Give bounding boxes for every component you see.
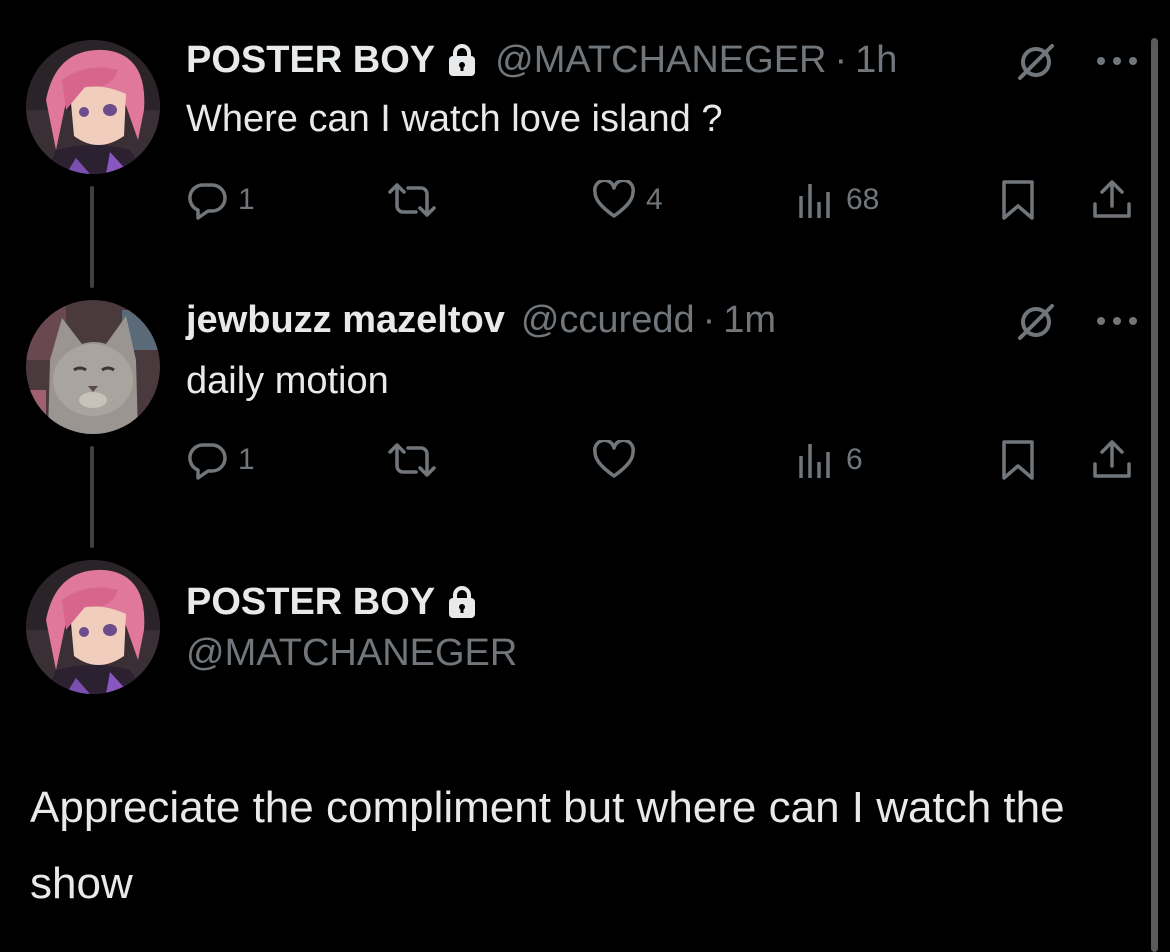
bookmark-icon bbox=[1002, 180, 1034, 220]
thread-connector-line bbox=[90, 446, 94, 548]
reply-button[interactable]: 1 bbox=[188, 178, 255, 222]
views-icon bbox=[799, 184, 830, 218]
tweet-header: POSTER BOY @MATCHANEGER · 1h bbox=[186, 38, 897, 82]
retweet-button[interactable] bbox=[384, 438, 440, 482]
display-name[interactable]: POSTER BOY bbox=[186, 39, 435, 82]
cat-avatar-icon bbox=[26, 300, 160, 434]
share-button[interactable] bbox=[1090, 178, 1134, 222]
user-handle[interactable]: @MATCHANEGER bbox=[186, 632, 517, 675]
views-icon bbox=[799, 444, 830, 478]
reply-button[interactable]: 1 bbox=[188, 438, 255, 482]
bookmark-button[interactable] bbox=[1000, 178, 1036, 222]
reply-icon bbox=[188, 183, 227, 220]
reply-count: 1 bbox=[238, 183, 255, 216]
views-button[interactable]: 68 bbox=[796, 178, 879, 222]
share-button[interactable] bbox=[1090, 438, 1134, 482]
thread-connector-line bbox=[90, 186, 94, 288]
thread-page: POSTER BOY @MATCHANEGER · 1h Where can I… bbox=[0, 0, 1170, 952]
like-icon bbox=[593, 440, 635, 478]
user-handle[interactable]: @MATCHANEGER bbox=[495, 39, 826, 82]
views-button[interactable]: 6 bbox=[796, 438, 863, 482]
tweet-text: Where can I watch love island ? bbox=[186, 98, 723, 140]
avatar-poster-boy[interactable] bbox=[26, 40, 160, 174]
retweet-icon bbox=[388, 443, 436, 477]
more-icon[interactable] bbox=[1094, 54, 1140, 68]
like-button[interactable]: 4 bbox=[592, 178, 663, 222]
anime-girl-avatar-icon bbox=[26, 40, 160, 174]
like-icon bbox=[593, 180, 635, 218]
avatar-composer[interactable] bbox=[26, 560, 160, 694]
user-handle[interactable]: @ccuredd bbox=[521, 299, 695, 342]
views-count: 68 bbox=[846, 183, 880, 216]
lock-icon bbox=[447, 43, 477, 77]
display-name[interactable]: POSTER BOY bbox=[186, 581, 435, 624]
reply-icon bbox=[188, 443, 227, 480]
tweet-time[interactable]: 1h bbox=[855, 39, 897, 82]
tweet-time[interactable]: 1m bbox=[723, 299, 776, 342]
reply-text[interactable]: Appreciate the compliment but where can … bbox=[30, 770, 1110, 922]
share-icon bbox=[1093, 440, 1131, 478]
separator-dot: · bbox=[702, 298, 716, 341]
share-icon bbox=[1093, 180, 1131, 218]
retweet-icon bbox=[388, 183, 436, 217]
views-count: 6 bbox=[846, 443, 863, 476]
tweet-actions: 1 4 68 bbox=[186, 178, 1146, 222]
display-name[interactable]: jewbuzz mazeltov bbox=[186, 299, 505, 342]
avatar-jewbuzz[interactable] bbox=[26, 300, 160, 434]
bookmark-button[interactable] bbox=[1000, 438, 1036, 482]
reply-count: 1 bbox=[238, 443, 255, 476]
scrollbar[interactable] bbox=[1151, 38, 1158, 952]
anime-girl-avatar-icon bbox=[26, 560, 160, 694]
separator-dot: · bbox=[834, 38, 848, 81]
like-button[interactable] bbox=[592, 438, 646, 482]
tweet-text: daily motion bbox=[186, 360, 389, 402]
like-count: 4 bbox=[646, 183, 663, 216]
composer-header: POSTER BOY bbox=[186, 580, 495, 624]
retweet-button[interactable] bbox=[384, 178, 440, 222]
grok-icon[interactable] bbox=[1016, 42, 1056, 82]
lock-icon bbox=[447, 585, 477, 619]
bookmark-icon bbox=[1002, 440, 1034, 480]
more-icon[interactable] bbox=[1094, 314, 1140, 328]
tweet-header: jewbuzz mazeltov @ccuredd · 1m bbox=[186, 298, 776, 342]
tweet-actions: 1 6 bbox=[186, 438, 1146, 482]
grok-icon[interactable] bbox=[1016, 302, 1056, 342]
